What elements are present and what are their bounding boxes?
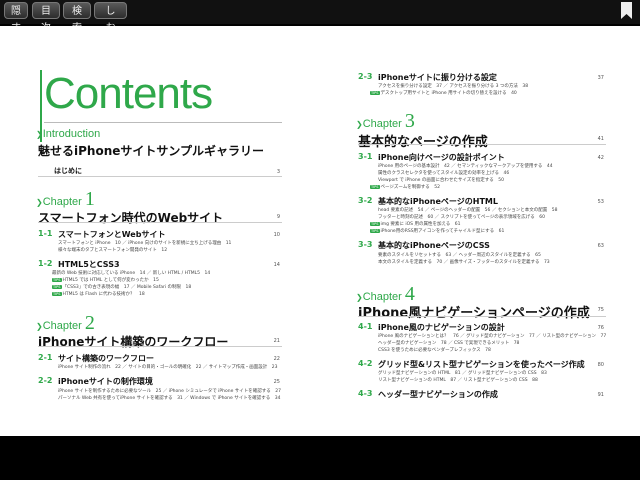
subsection: iPhone 用のページの基本設計 42 ／ セマンティックなマークアップを使用… [378, 164, 553, 169]
subsection: TIPS HTML5 では HTML として何が変わったか 15 [52, 278, 159, 283]
bottom-bar [0, 436, 640, 480]
subsection: ヘッダー型のナビゲーション 78 ／ CSS で実現できるメリット 78 [378, 341, 520, 346]
book-page: Contents ❯Introduction 魅せるiPhoneサイトサンプルギ… [0, 26, 640, 436]
hajime-page: 3 [276, 169, 280, 175]
subsection: TIPS img 要素に iOS 用の属性を加える 61 [370, 222, 461, 227]
divider [38, 176, 282, 177]
section-4-3-title[interactable]: ヘッダー型ナビゲーションの作成 [378, 389, 498, 400]
divider [38, 346, 282, 347]
section-4-2-title[interactable]: グリッド型&リスト型ナビゲーションを使ったページ作成 [378, 359, 585, 370]
section-2-3-page: 37 [597, 75, 604, 81]
divider [358, 144, 606, 145]
chapter-1-title[interactable]: スマートフォン時代のWebサイト [38, 209, 223, 226]
hide-button[interactable]: 隠す [4, 2, 28, 34]
subsection: iPhone サイトを制作するために必要なツール 25 ／ iPhone シミュ… [58, 389, 282, 394]
section-4-2-page: 80 [597, 362, 604, 368]
section-2-2-title[interactable]: iPhoneサイトの制作環境 [58, 376, 153, 387]
subsection: TIPS HTML5 は Flash に代わる技術か？ 18 [52, 292, 145, 297]
subsection: 様々な端末のタブとスマートフォン開発のサイト 12 [58, 248, 168, 253]
section-2-1-title[interactable]: サイト構築のワークフロー [58, 353, 154, 364]
subsection: パーソナル Web 共有を使ってiPhone サイトを確認する 31 ／ Win… [58, 396, 281, 401]
section-3-3-title[interactable]: 基本的なiPhoneページのCSS [378, 240, 490, 251]
section-1-1-page: 10 [273, 232, 280, 238]
subsection: iPhone 風のナビゲーションとは？ 76 ／ グリッド型のナビゲーション 7… [378, 334, 607, 339]
chapter-1-page: 9 [276, 214, 280, 220]
chapter-4-page: 75 [597, 307, 604, 313]
intro-label: ❯Introduction [36, 128, 101, 140]
subsection: 属性のクラスセレクタを使ってスタイル設定の効率を上げる 46 [378, 171, 510, 176]
section-2-2-page: 25 [273, 379, 280, 385]
subsection: 本文のスタイルを定義する 70 ／ 画像サイズ・フッターのスタイルを定義する 7… [378, 260, 550, 265]
subsection: リスト型ナビゲーションの HTML 87 ／ リスト型ナビゲーションの CSS … [378, 378, 538, 383]
section-4-3-page: 91 [597, 392, 604, 398]
section-2-2-num: 2-2 [38, 376, 53, 385]
subsection: head 要素の記述 54 ／ ページのヘッダーの配置 56 ／ セクションと本… [378, 208, 558, 213]
chapter-1-label: ❯Chapter 1 [36, 188, 95, 210]
chapter-3-label: ❯Chapter 3 [356, 110, 415, 132]
section-1-2-title[interactable]: HTML5とCSS3 [58, 259, 120, 270]
subsection: CSS3 を使うために必要なベンダープレフィックス 78 [378, 348, 491, 353]
toc-button[interactable]: 目次 [32, 2, 60, 34]
subsection: TIPS デスクトップ用サイトと iPhone 用サイトの切り替えを設ける 40 [370, 91, 517, 96]
section-3-3-num: 3-3 [358, 240, 373, 249]
section-1-2-num: 1-2 [38, 259, 53, 268]
section-3-2-num: 3-2 [358, 196, 373, 205]
section-1-1-title[interactable]: スマートフォンとWebサイト [58, 229, 165, 240]
bookmarks-button[interactable]: しおり [94, 2, 127, 51]
subsection: 最新の Web 技術に対応している iPhone 14 ／ 新しい HTML /… [52, 271, 211, 276]
intro-title[interactable]: 魅せるiPhoneサイトサンプルギャラリー [38, 142, 264, 159]
section-3-3-page: 63 [597, 243, 604, 249]
section-4-2-num: 4-2 [358, 359, 373, 368]
section-1-1-num: 1-1 [38, 229, 53, 238]
search-button[interactable]: 検索 [63, 2, 91, 34]
page-title: Contents [44, 69, 213, 118]
subsection: 要素のスタイルをリセットする 63 ／ ヘッダー周辺のスタイルを定義する 65 [378, 253, 541, 258]
chapter-2-page: 21 [273, 338, 280, 344]
section-4-1-num: 4-1 [358, 322, 373, 331]
subsection: スマートフォンと iPhone 10 ／ iPhone 向けのサイトを新規に立ち… [58, 241, 232, 246]
chapter-2-label: ❯Chapter 2 [36, 312, 95, 334]
subsection: TIPS 「CSS3」での古き表現の幅 17 ／ Mobile Safari の制… [52, 285, 192, 290]
chapter-3-title[interactable]: 基本的なページの作成 [358, 131, 488, 150]
subsection: TIPS iPhone用のRSS用アイコンを作ってチャイルド型にする 61 [370, 229, 505, 234]
chapter-2-title[interactable]: iPhoneサイト構築のワークフロー [38, 333, 228, 350]
subsection: アクセスを振り分ける設定 37 ／ アクセスを振り分ける 3 つの方法 38 [378, 84, 529, 89]
title-divider [44, 122, 282, 123]
subsection: TIPS ページズームを制御する 52 [370, 185, 441, 190]
section-1-2-page: 14 [273, 262, 280, 268]
section-3-1-title[interactable]: iPhone向けページの設計ポイント [378, 152, 505, 163]
chapter-3-page: 41 [597, 136, 604, 142]
divider [38, 222, 282, 223]
chapter-4-title[interactable]: iPhone風ナビゲーションページの作成 [358, 302, 590, 321]
section-4-1-title[interactable]: iPhone風のナビゲーションの設計 [378, 322, 505, 333]
section-2-3-title[interactable]: iPhoneサイトに振り分ける設定 [378, 72, 497, 83]
section-2-1-num: 2-1 [38, 353, 53, 362]
section-3-2-title[interactable]: 基本的なiPhoneページのHTML [378, 196, 498, 207]
section-4-3-num: 4-3 [358, 389, 373, 398]
section-3-1-page: 42 [597, 155, 604, 161]
reader-toolbar: 隠す 目次 検索 しおり [0, 0, 640, 51]
subsection: Viewport で iPhone の画面に合わせたサイズを指定する 50 [378, 178, 504, 183]
bookmark-icon[interactable] [621, 2, 632, 19]
section-4-1-page: 76 [597, 325, 604, 331]
subsection: グリッド型ナビゲーションの HTML 81 ／ グリッド型ナビゲーションの CS… [378, 371, 547, 376]
divider [358, 316, 606, 317]
subsection: iPhone サイト制作の流れ 22 ／ サイトの目的・ゴールの明確化 22 ／… [58, 365, 278, 370]
section-2-1-page: 22 [273, 356, 280, 362]
section-2-3-num: 2-3 [358, 72, 373, 81]
section-3-2-page: 53 [597, 199, 604, 205]
subsection: フッターと時刻の記述 60 ／ スクリプトを使ってページの表示領域を広げる 60 [378, 215, 545, 220]
hajime-link[interactable]: はじめに [54, 166, 82, 176]
section-3-1-num: 3-1 [358, 152, 373, 161]
